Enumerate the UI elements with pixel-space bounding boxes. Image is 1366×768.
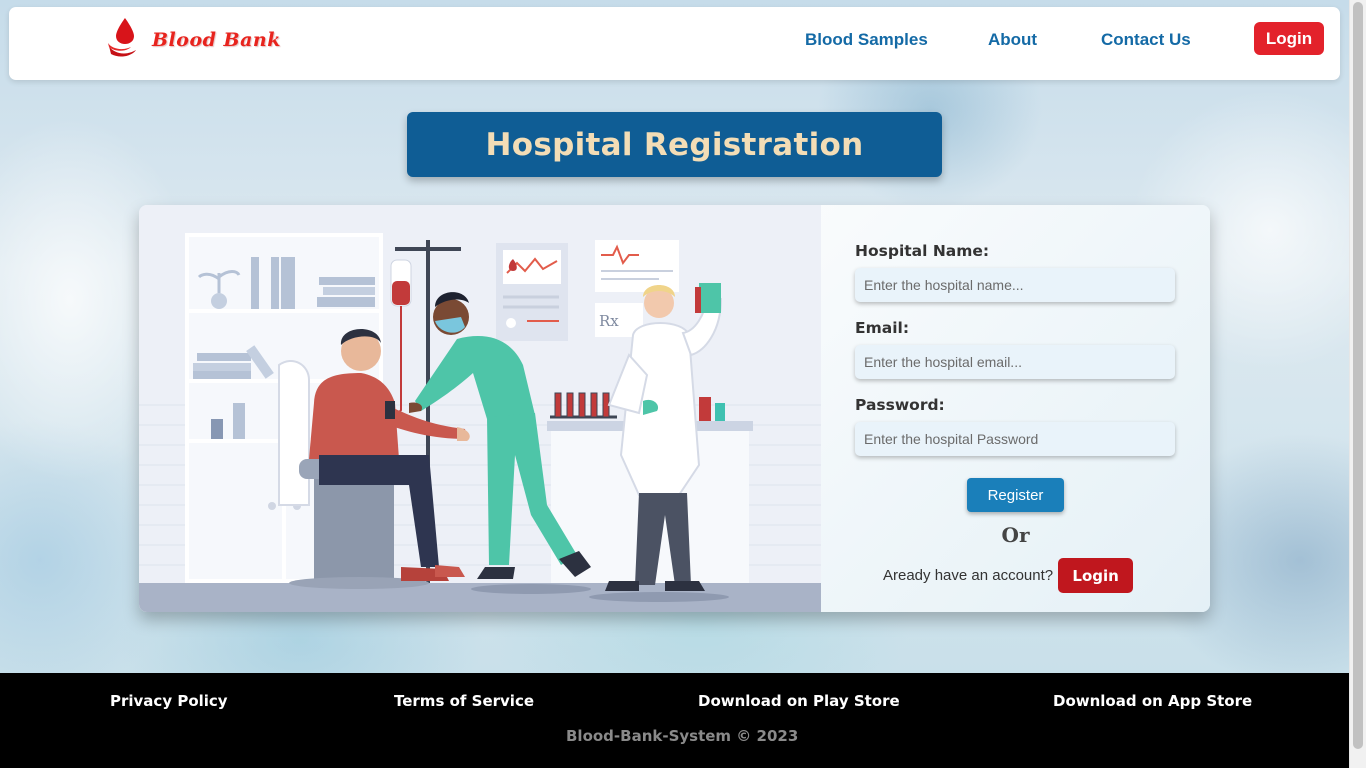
footer-link-terms-of-service[interactable]: Terms of Service [394, 692, 534, 710]
brand-name: Blood Bank [152, 29, 281, 51]
email-label: Email: [855, 319, 910, 337]
hospital-name-label: Hospital Name: [855, 242, 990, 260]
nav-login-button[interactable]: Login [1254, 22, 1324, 55]
brand[interactable]: Blood Bank [106, 16, 281, 58]
footer-link-privacy-policy[interactable]: Privacy Policy [110, 692, 228, 710]
password-input[interactable] [855, 422, 1175, 456]
navbar: Blood Bank Blood Samples About Contact U… [9, 7, 1340, 80]
footer-link-app-store[interactable]: Download on App Store [1053, 692, 1252, 710]
blood-drop-logo-icon [108, 18, 136, 57]
card-login-button[interactable]: Login [1058, 558, 1134, 593]
hospital-name-input[interactable] [855, 268, 1175, 302]
nav-link-about[interactable]: About [988, 30, 1037, 50]
scrollbar-thumb[interactable] [1353, 2, 1363, 749]
footer-link-play-store[interactable]: Download on Play Store [698, 692, 900, 710]
page-title: Hospital Registration [485, 126, 864, 163]
or-divider: Or [1001, 523, 1030, 547]
email-input[interactable] [855, 345, 1175, 379]
illustration-svg: Rx [139, 205, 821, 612]
page-title-banner: Hospital Registration [407, 112, 942, 177]
vertical-scrollbar[interactable] [1349, 0, 1366, 768]
footer: Privacy Policy Terms of Service Download… [0, 673, 1349, 768]
password-label: Password: [855, 396, 945, 414]
nav-link-contact-us[interactable]: Contact Us [1101, 30, 1191, 50]
blood-donation-illustration: Rx [139, 205, 821, 612]
registration-card: Rx Hospital Name: Enter the hospital nam… [139, 205, 1210, 612]
login-prompt: Aready have an account? Login [883, 558, 1134, 593]
registration-form: Hospital Name: Email: Password: Register… [821, 205, 1210, 612]
already-have-account-text: Aready have an account? [883, 567, 1054, 584]
register-button[interactable]: Register [967, 478, 1064, 512]
copyright-text: Blood-Bank-System © 2023 [566, 727, 799, 745]
prescription-rx-label: Rx [599, 312, 619, 330]
nav-link-blood-samples[interactable]: Blood Samples [805, 30, 928, 50]
